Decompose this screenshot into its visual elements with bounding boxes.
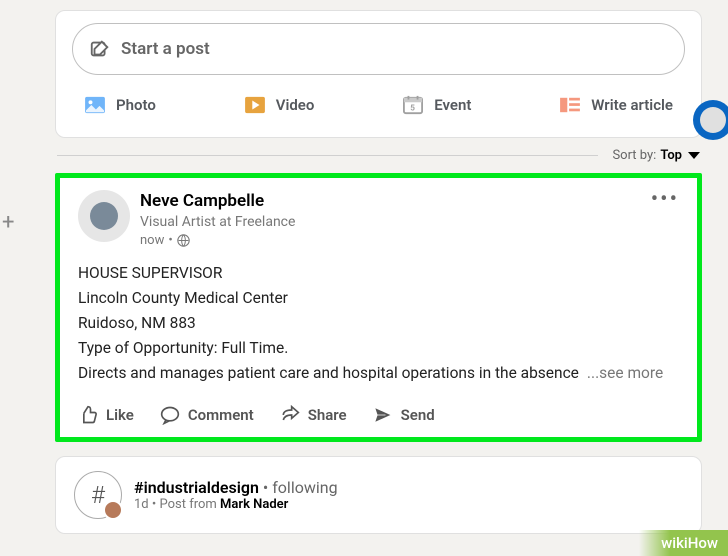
post-menu-button[interactable]: •••	[651, 190, 679, 205]
send-button[interactable]: Send	[373, 405, 435, 425]
chevron-down-icon[interactable]	[688, 152, 700, 159]
share-icon	[280, 405, 300, 425]
mini-avatar	[103, 500, 123, 520]
feed-post: # #industrialdesign • following 1d • Pos…	[55, 456, 702, 534]
photo-button[interactable]: Photo	[76, 85, 164, 125]
like-button[interactable]: Like	[78, 405, 134, 425]
like-label: Like	[106, 406, 134, 424]
post-line: Type of Opportunity: Full Time.	[78, 336, 679, 361]
post-line: HOUSE SUPERVISOR	[78, 261, 679, 286]
compose-icon	[89, 38, 111, 60]
sort-row: Sort by: Top	[55, 138, 702, 173]
comment-label: Comment	[188, 406, 254, 424]
event-label: Event	[434, 96, 471, 114]
sidebar-add-icon[interactable]: +	[2, 210, 14, 235]
author-name[interactable]: Neve Campbelle	[140, 190, 641, 213]
hashtag-name[interactable]: #industrialdesign	[134, 478, 259, 497]
photo-label: Photo	[116, 96, 156, 114]
feed-container: Start a post Photo Video 5 Event	[0, 10, 728, 534]
start-post-button[interactable]: Start a post	[72, 23, 685, 75]
divider	[57, 155, 598, 156]
comment-button[interactable]: Comment	[160, 405, 254, 425]
video-button[interactable]: Video	[236, 85, 323, 125]
article-label: Write article	[591, 96, 673, 114]
post-time: now •	[140, 232, 641, 250]
send-label: Send	[401, 406, 435, 424]
article-icon	[559, 95, 581, 115]
post-line: Ruidoso, NM 883	[78, 311, 679, 336]
share-button[interactable]: Share	[280, 405, 347, 425]
video-icon	[244, 95, 266, 115]
video-label: Video	[276, 96, 315, 114]
author-title: Visual Artist at Freelance	[140, 213, 641, 232]
article-button[interactable]: Write article	[551, 85, 681, 125]
social-actions: Like Comment Share Send	[78, 395, 679, 425]
hashtag-avatar[interactable]: #	[74, 471, 122, 519]
start-post-card: Start a post Photo Video 5 Event	[55, 10, 702, 138]
post-from: 1d • Post from Mark Nader	[134, 497, 338, 512]
following-label: • following	[259, 478, 338, 497]
svg-text:5: 5	[411, 102, 416, 112]
post-line: Lincoln County Medical Center	[78, 286, 679, 311]
globe-icon	[177, 234, 190, 247]
see-more-button[interactable]: ...see more	[587, 361, 663, 386]
avatar[interactable]	[78, 190, 130, 242]
share-label: Share	[308, 406, 347, 424]
event-icon: 5	[402, 95, 424, 115]
post-body: HOUSE SUPERVISOR Lincoln County Medical …	[78, 261, 679, 385]
profile-bubble[interactable]	[693, 100, 728, 140]
event-button[interactable]: 5 Event	[394, 85, 479, 125]
watermark: wikiHow	[639, 530, 728, 556]
feed-post-highlighted: Neve Campbelle Visual Artist at Freelanc…	[55, 173, 702, 442]
post-line: Directs and manages patient care and hos…	[78, 361, 579, 386]
sort-value[interactable]: Top	[660, 148, 682, 163]
comment-icon	[160, 405, 180, 425]
like-icon	[78, 405, 98, 425]
send-icon	[373, 405, 393, 425]
post-type-row: Photo Video 5 Event Write article	[72, 75, 685, 129]
photo-icon	[84, 95, 106, 115]
post-header: Neve Campbelle Visual Artist at Freelanc…	[78, 190, 679, 249]
sort-label: Sort by:	[612, 148, 656, 163]
start-post-label: Start a post	[121, 39, 210, 59]
post-from-author[interactable]: Mark Nader	[220, 497, 288, 512]
